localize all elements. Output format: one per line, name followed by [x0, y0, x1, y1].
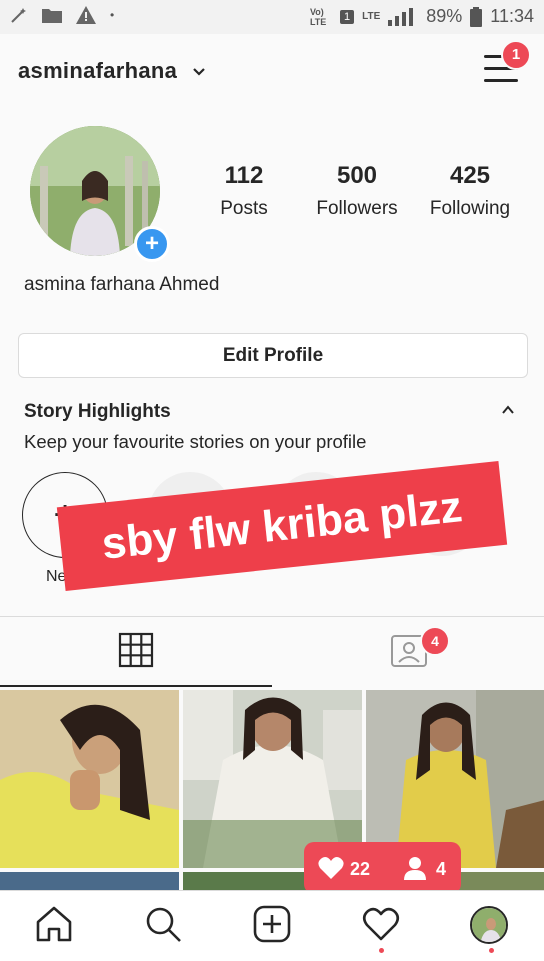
- sim-indicator: 1: [339, 9, 355, 24]
- grid-icon[interactable]: [118, 632, 154, 668]
- posts-label: Posts: [220, 198, 268, 219]
- followers-label: Followers: [316, 198, 398, 219]
- activity-heart-icon[interactable]: [361, 904, 401, 944]
- battery-percent: 89%: [426, 6, 463, 26]
- folder-icon: [42, 9, 62, 23]
- post-thumbnail[interactable]: [0, 690, 179, 868]
- volte-indicator: Vo) LTE: [309, 6, 327, 27]
- highlights-title: Story Highlights: [24, 401, 171, 422]
- stat-posts[interactable]: 112 Posts: [208, 162, 280, 220]
- wand-icon: [11, 8, 26, 23]
- dot-icon: •: [110, 8, 115, 22]
- profile-dot: [489, 948, 494, 953]
- signal-icon: [388, 7, 414, 26]
- stat-followers[interactable]: 500 Followers: [306, 162, 408, 220]
- following-count: 425: [449, 162, 491, 189]
- search-icon[interactable]: [143, 904, 183, 944]
- likes-count: 22: [350, 859, 371, 879]
- clock: 11:34: [490, 6, 534, 26]
- active-tab-indicator: [0, 685, 272, 687]
- tagged-badge: 4: [420, 626, 450, 656]
- chevron-up-icon[interactable]: [502, 404, 514, 416]
- home-icon[interactable]: [34, 904, 74, 944]
- status-right: Vo) LTE 1 LTE 89% 11:34: [310, 6, 534, 27]
- lte-indicator: LTE: [362, 11, 381, 22]
- posts-count: 112: [224, 162, 264, 189]
- username-switcher[interactable]: asminafarhana: [18, 58, 206, 84]
- status-bar: • Vo) LTE 1 LTE 89% 11:34: [0, 0, 544, 34]
- menu-badge: 1: [501, 40, 531, 70]
- person-icon: [404, 857, 426, 880]
- highlights-subtitle: Keep your favourite stories on your prof…: [24, 431, 367, 452]
- profile-tabs: [0, 616, 544, 687]
- followers-count: 500: [336, 162, 378, 189]
- warning-icon: [76, 6, 96, 24]
- username: asminafarhana: [18, 58, 178, 83]
- status-left-icons: •: [10, 6, 114, 24]
- stat-following[interactable]: 425 Following: [420, 162, 520, 220]
- heart-icon: [318, 857, 344, 879]
- profile-nav-avatar[interactable]: [470, 906, 508, 944]
- battery-icon: [470, 6, 483, 27]
- following-label: Following: [429, 198, 511, 219]
- follows-count: 4: [436, 859, 447, 879]
- full-name: asmina farhana Ahmed: [24, 274, 220, 295]
- chevron-down-icon: [192, 68, 205, 76]
- edit-profile-button[interactable]: Edit Profile: [18, 333, 528, 378]
- add-post-icon[interactable]: [252, 904, 292, 944]
- activity-dot: [379, 948, 384, 953]
- overlay-banner: sby flw kriba plzz: [56, 461, 508, 591]
- add-story-button[interactable]: +: [134, 226, 170, 262]
- activity-popup[interactable]: 22 4: [304, 842, 461, 903]
